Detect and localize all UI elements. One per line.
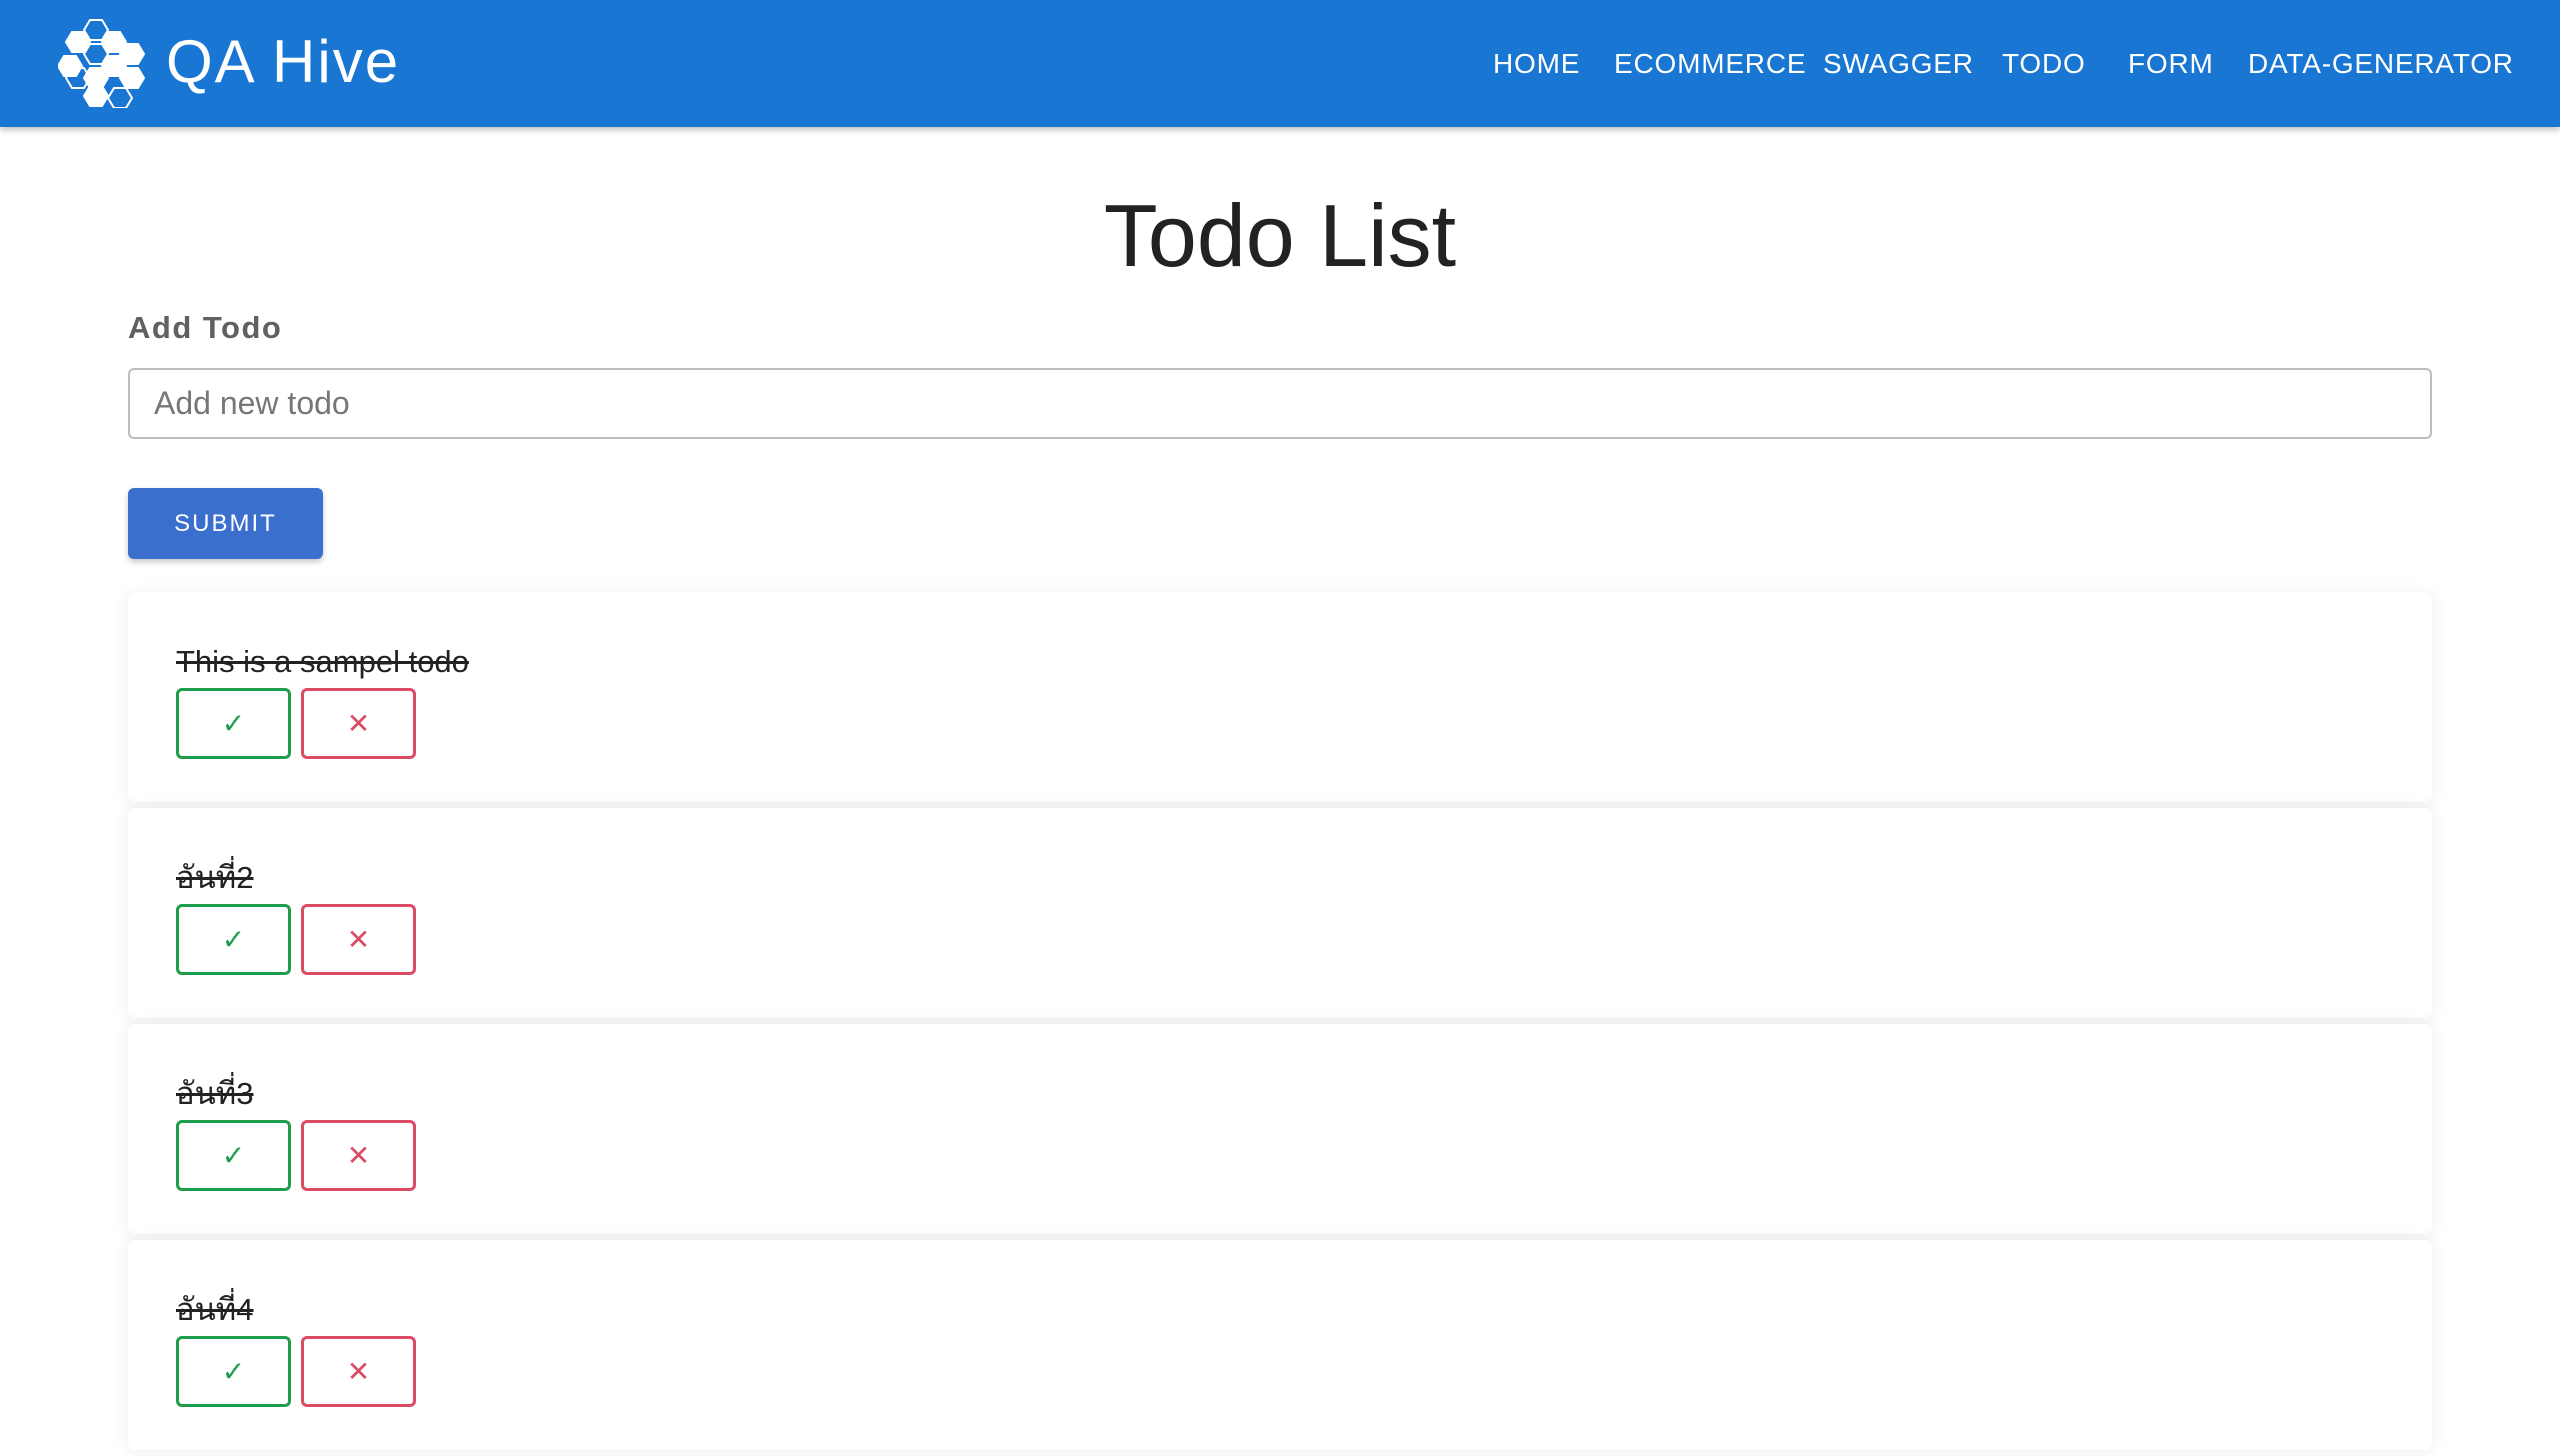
app-bar: QA Hive HOME ECOMMERCE SWAGGER TODO FORM… (0, 0, 2560, 127)
nav-home[interactable]: HOME (1493, 46, 1580, 82)
nav-ecommerce[interactable]: ECOMMERCE (1614, 46, 1806, 82)
todo-text: อันที่2 (176, 860, 254, 895)
close-icon: ✕ (346, 922, 371, 956)
delete-todo-button[interactable]: ✕ (301, 688, 416, 759)
delete-todo-button[interactable]: ✕ (301, 904, 416, 975)
nav-swagger[interactable]: SWAGGER (1823, 46, 1974, 82)
check-icon: ✓ (221, 1138, 246, 1172)
todo-item: อันที่3 ✓ ✕ (128, 1024, 2432, 1234)
close-icon: ✕ (346, 1354, 371, 1388)
todo-item: อันที่4 ✓ ✕ (128, 1240, 2432, 1450)
mark-done-button[interactable]: ✓ (176, 1120, 291, 1191)
add-todo-label: Add Todo (128, 310, 283, 345)
nav-todo[interactable]: TODO (2002, 46, 2086, 82)
check-icon: ✓ (221, 1354, 246, 1388)
todo-item: อันที่2 ✓ ✕ (128, 808, 2432, 1018)
check-icon: ✓ (221, 706, 246, 740)
add-todo-input[interactable] (128, 368, 2432, 439)
todo-list: This is a sampel todo ✓ ✕ อันที่2 ✓ ✕ อั… (128, 592, 2432, 1456)
main-nav: HOME ECOMMERCE SWAGGER TODO FORM DATA-GE… (0, 0, 2560, 127)
mark-done-button[interactable]: ✓ (176, 1336, 291, 1407)
page-title: Todo List (1103, 186, 1457, 285)
mark-done-button[interactable]: ✓ (176, 688, 291, 759)
nav-form[interactable]: FORM (2128, 46, 2214, 82)
todo-item: This is a sampel todo ✓ ✕ (128, 592, 2432, 802)
mark-done-button[interactable]: ✓ (176, 904, 291, 975)
submit-button[interactable]: SUBMIT (128, 488, 323, 559)
close-icon: ✕ (346, 1138, 371, 1172)
delete-todo-button[interactable]: ✕ (301, 1336, 416, 1407)
close-icon: ✕ (346, 706, 371, 740)
delete-todo-button[interactable]: ✕ (301, 1120, 416, 1191)
todo-text: อันที่3 (176, 1076, 254, 1111)
todo-text: อันที่4 (176, 1292, 254, 1327)
todo-text: This is a sampel todo (176, 644, 469, 679)
nav-data-generator[interactable]: DATA-GENERATOR (2248, 46, 2514, 82)
check-icon: ✓ (221, 922, 246, 956)
